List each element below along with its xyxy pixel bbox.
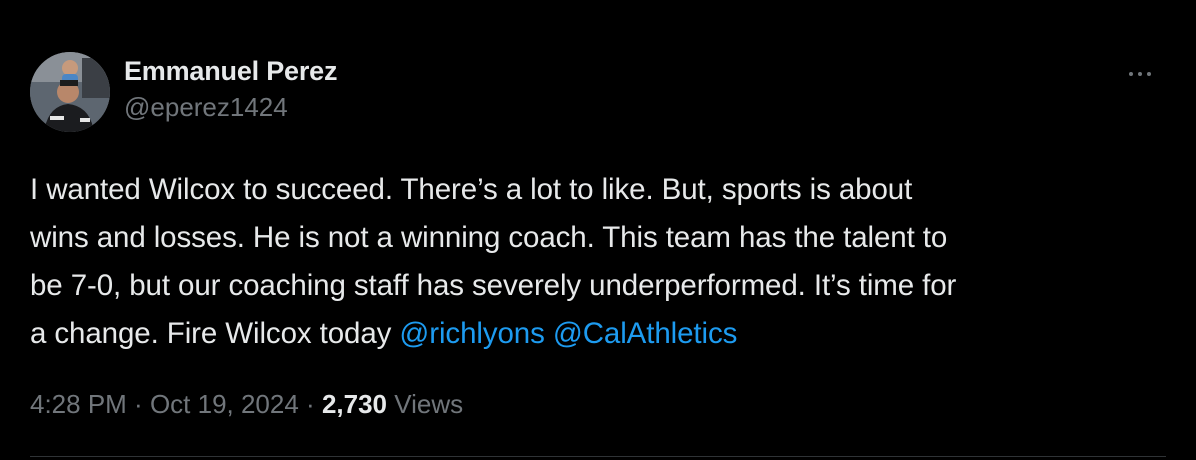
more-horizontal-icon-dot [1147,72,1151,76]
tweet-text-line: a change. Fire Wilcox today @richlyons @… [30,310,1160,358]
author-info: Emmanuel Perez @eperez1424 [124,54,337,124]
meta-separator: · [298,389,322,419]
author-handle[interactable]: @eperez1424 [124,90,337,124]
more-options-button[interactable] [1120,60,1160,88]
views-count: 2,730 [321,389,388,419]
meta-separator: · [126,389,150,419]
mention-richlyons[interactable]: @richlyons [399,317,544,350]
more-horizontal-icon [1129,72,1133,76]
tweet-meta: 4:28 PM · Oct 19, 2024 · 2,730 Views [30,386,463,422]
tweet-text-segment: a change. Fire Wilcox today [30,317,400,350]
divider [30,456,1166,457]
tweet-text-line: I wanted Wilcox to succeed. There’s a lo… [30,173,913,206]
author-display-name[interactable]: Emmanuel Perez [124,54,337,88]
tweet-card: Emmanuel Perez @eperez1424 I wanted Wilc… [0,0,1196,460]
tweet-date[interactable]: Oct 19, 2024 [150,389,299,419]
views-label: Views [394,389,464,419]
mention-calathletics[interactable]: @CalAthletics [553,317,738,350]
avatar-photo [30,52,110,132]
avatar[interactable] [30,52,110,132]
more-horizontal-icon-dot [1138,72,1142,76]
tweet-text-line: wins and losses. He is not a winning coa… [30,221,948,254]
tweet-text: I wanted Wilcox to succeed. There’s a lo… [30,166,1160,358]
tweet-time[interactable]: 4:28 PM [30,389,127,419]
tweet-text-line: be 7-0, but our coaching staff has sever… [30,269,957,302]
